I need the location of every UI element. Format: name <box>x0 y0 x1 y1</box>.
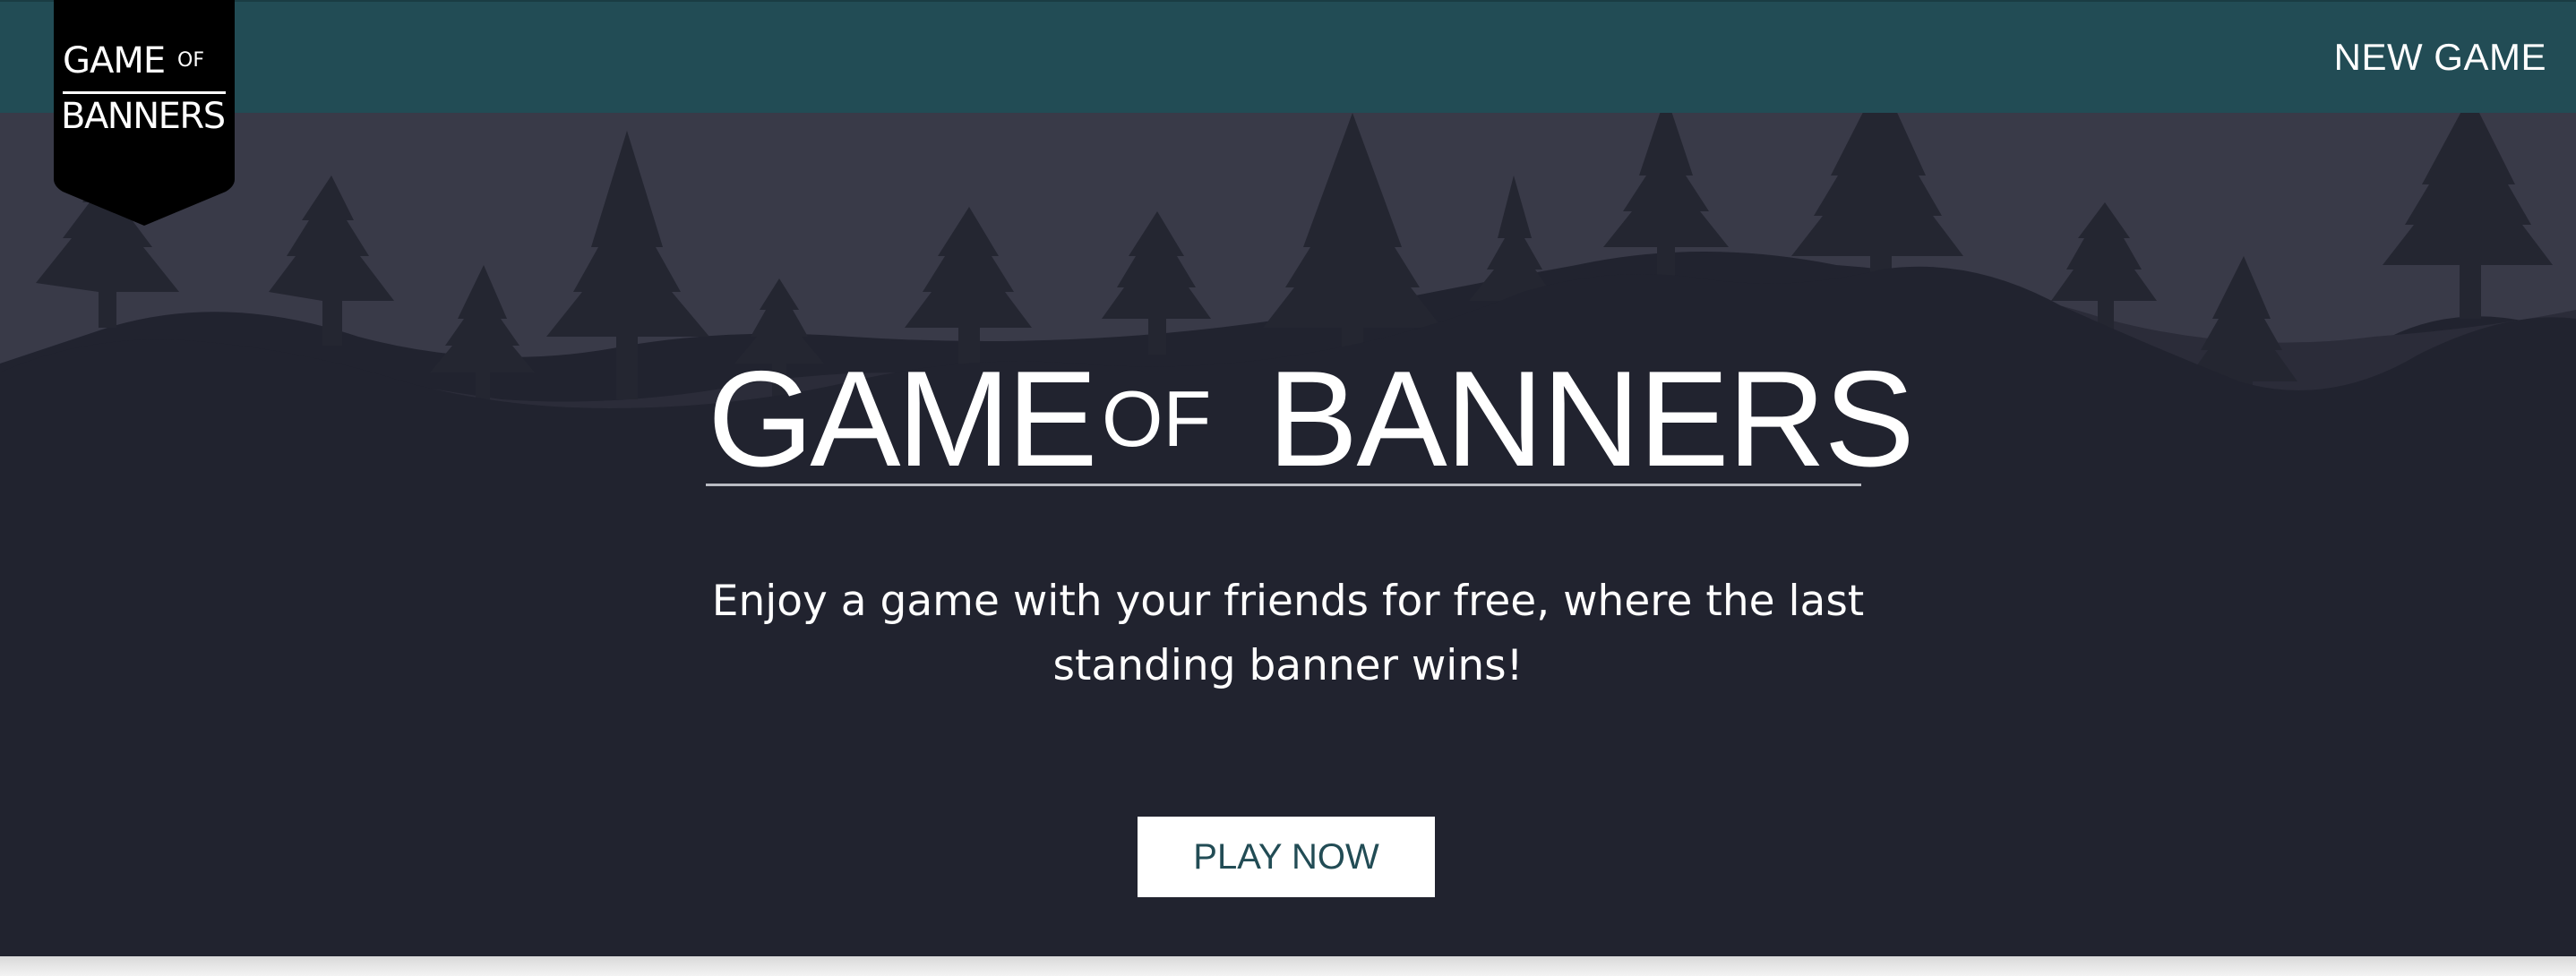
hero-section: GAME OF BANNERS Enjoy a game with your f… <box>0 113 2576 956</box>
new-game-link[interactable]: NEW GAME <box>2334 34 2546 81</box>
page: NEW GAME GAME OF BANNERS GAME OF BANNERS… <box>0 0 2576 976</box>
hero-title-underline <box>706 484 1861 486</box>
hero-title-banners: BANNERS <box>1267 343 1915 495</box>
hero-title-game: GAME <box>708 343 1098 495</box>
logo-banner[interactable]: GAME OF BANNERS <box>54 0 235 227</box>
play-now-button[interactable]: PLAY NOW <box>1138 817 1435 897</box>
hero-title: GAME OF BANNERS <box>708 343 1915 495</box>
page-bottom-edge <box>0 956 2576 976</box>
hero-subtitle: Enjoy a game with your friends for free,… <box>711 577 1865 690</box>
logo-divider <box>63 91 226 94</box>
logo-text-of: OF <box>177 49 204 72</box>
top-navbar: NEW GAME <box>0 0 2576 113</box>
logo-text-game: GAME <box>63 40 166 81</box>
hero-title-of: OF <box>1102 374 1212 463</box>
logo-text-banners: BANNERS <box>61 96 226 137</box>
